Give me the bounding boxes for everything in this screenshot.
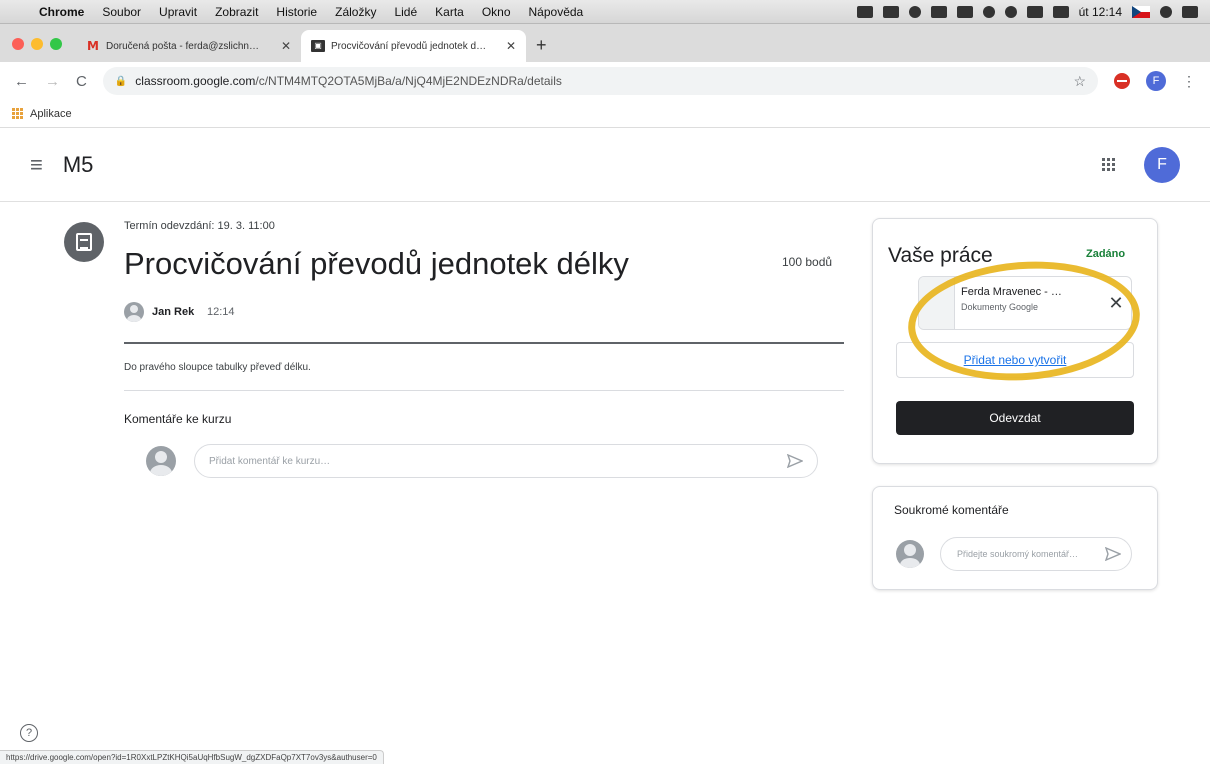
profile-avatar[interactable]: F	[1146, 71, 1166, 91]
due-date: Termín odevzdání: 19. 3. 11:00	[124, 220, 275, 232]
minimize-window-button[interactable]	[31, 38, 43, 50]
bookmarks-bar: Aplikace	[0, 100, 1210, 128]
bookmark-apps[interactable]: Aplikace	[30, 108, 72, 120]
private-commenter-avatar	[896, 540, 924, 568]
wifi-icon[interactable]	[1004, 5, 1017, 18]
status-area: út 12:14	[856, 5, 1210, 19]
points-badge: 100 bodů	[782, 255, 833, 269]
new-tab-button[interactable]: +	[526, 35, 557, 62]
close-tab-icon[interactable]: ✕	[281, 39, 291, 53]
menu-upravit[interactable]: Upravit	[150, 5, 206, 19]
menu-historie[interactable]: Historie	[267, 5, 326, 19]
menu-napoveda[interactable]: Nápověda	[520, 5, 593, 19]
help-icon[interactable]: ?	[20, 724, 38, 742]
class-comments-title: Komentáře ke kurzu	[124, 412, 232, 426]
assignment-icon	[64, 222, 104, 262]
author-name: Jan Rek	[152, 306, 195, 318]
address-bar[interactable]: 🔒 classroom.google.com/c/NTM4MTQ2OTA5MjB…	[102, 67, 1098, 95]
chrome-menu-icon[interactable]: ⋮	[1182, 73, 1196, 90]
main-menu-icon[interactable]: ≡	[30, 152, 43, 178]
your-work-title: Vaše práce	[888, 244, 993, 267]
commenter-avatar	[146, 446, 176, 476]
forward-icon[interactable]: →	[45, 73, 60, 90]
macos-menubar: Chrome Soubor Upravit Zobrazit Historie …	[0, 0, 1210, 24]
send-icon[interactable]	[787, 454, 803, 468]
class-name[interactable]: M5	[63, 152, 94, 178]
reload-icon[interactable]: C	[76, 73, 87, 90]
window-controls	[12, 26, 62, 62]
menu-chrome[interactable]: Chrome	[30, 5, 93, 19]
classroom-header: ≡ M5 F	[0, 128, 1210, 202]
google-apps-icon[interactable]	[1102, 157, 1116, 172]
czech-flag-icon[interactable]	[1132, 5, 1150, 18]
menu-soubor[interactable]: Soubor	[93, 5, 150, 19]
gmail-icon: M	[87, 39, 99, 53]
volume-icon[interactable]	[1026, 5, 1043, 18]
class-comment-placeholder: Přidat komentář ke kurzu…	[209, 455, 331, 467]
tab-classroom[interactable]: ▣ Procvičování převodů jednotek d… ✕	[301, 30, 526, 62]
app-icon[interactable]	[930, 5, 947, 18]
class-comment-input[interactable]: Přidat komentář ke kurzu…	[194, 444, 818, 478]
menu-zalozky[interactable]: Záložky	[326, 5, 385, 19]
tab-strip: M Doručená pošta - ferda@zslichn… ✕ ▣ Pr…	[0, 24, 1210, 62]
status-badge: Zadáno	[1086, 248, 1126, 260]
spotlight-icon[interactable]	[1160, 5, 1172, 18]
close-tab-icon[interactable]: ✕	[506, 39, 516, 53]
tab-title: Doručená pošta - ferda@zslichn…	[106, 40, 259, 52]
assignment-instructions: Do pravého sloupce tabulky převeď délku.	[124, 362, 311, 373]
close-window-button[interactable]	[12, 38, 24, 50]
send-icon[interactable]	[1105, 547, 1121, 561]
tab-gmail[interactable]: M Doručená pošta - ferda@zslichn… ✕	[76, 30, 301, 62]
private-comment-input[interactable]: Přidejte soukromý komentář…	[940, 537, 1132, 571]
bookmark-star-icon[interactable]: ☆	[1073, 73, 1086, 90]
url-host: classroom.google.com	[135, 74, 256, 88]
url-text: classroom.google.com/c/NTM4MTQ2OTA5MjBa/…	[135, 74, 562, 88]
header-actions: F	[1102, 146, 1180, 183]
notification-center-icon[interactable]	[1182, 5, 1198, 18]
menu-okno[interactable]: Okno	[473, 5, 520, 19]
back-icon[interactable]: ←	[14, 73, 29, 90]
fullscreen-window-button[interactable]	[50, 38, 62, 50]
post-time: 12:14	[207, 306, 235, 318]
tab-title: Procvičování převodů jednotek d…	[331, 40, 487, 52]
calendar-icon[interactable]	[856, 5, 873, 18]
browser-toolbar: ← → C 🔒 classroom.google.com/c/NTM4MTQ2O…	[0, 62, 1210, 100]
menu-lide[interactable]: Lidé	[385, 5, 426, 19]
divider	[124, 342, 844, 344]
private-comment-placeholder: Přidejte soukromý komentář…	[957, 549, 1079, 559]
adblock-extension-icon[interactable]	[1114, 73, 1130, 89]
divider	[124, 390, 844, 391]
menu-zobrazit[interactable]: Zobrazit	[206, 5, 267, 19]
menu-karta[interactable]: Karta	[426, 5, 473, 19]
account-avatar[interactable]: F	[1144, 146, 1180, 183]
private-comments-title: Soukromé komentáře	[894, 503, 1009, 517]
assignment-title: Procvičování převodů jednotek délky	[124, 246, 629, 281]
lock-icon[interactable]: 🔒	[115, 76, 127, 87]
chat-icon[interactable]	[908, 5, 921, 18]
author-avatar	[124, 302, 144, 322]
submit-button[interactable]: Odevzdat	[896, 401, 1134, 435]
battery-icon[interactable]	[1052, 5, 1069, 18]
apps-icon[interactable]	[12, 107, 24, 120]
bluetooth-icon[interactable]	[982, 5, 995, 18]
link-status-bar: https://drive.google.com/open?id=1R0XxtL…	[0, 750, 384, 764]
classroom-icon: ▣	[311, 40, 325, 52]
menubar-clock[interactable]: út 12:14	[1079, 5, 1122, 19]
url-path: /c/NTM4MTQ2OTA5MjBa/a/NjQ4MjE2NDEzNDRa/d…	[255, 74, 562, 88]
people-icon[interactable]	[882, 5, 899, 18]
airplay-icon[interactable]	[956, 5, 973, 18]
